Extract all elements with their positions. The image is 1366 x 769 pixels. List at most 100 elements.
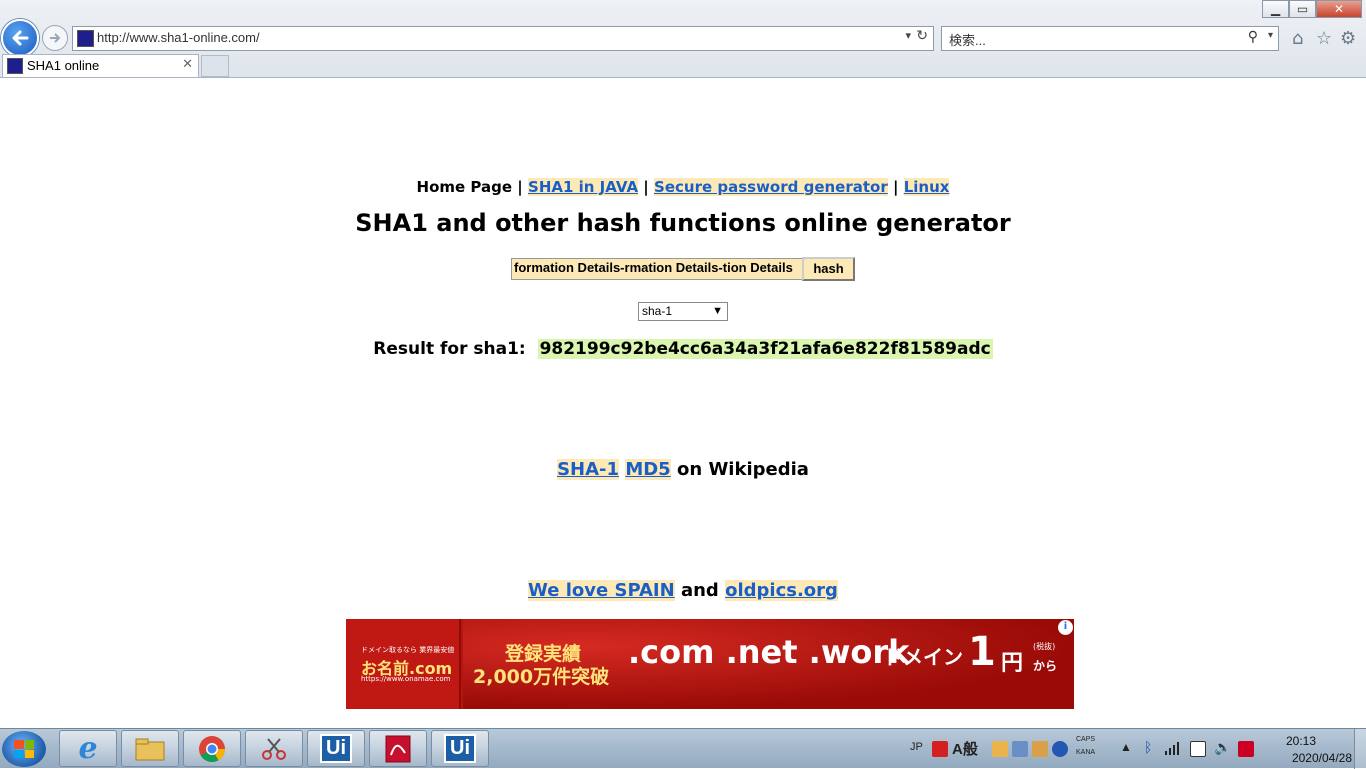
hash-text-input[interactable]: formation Details-rmation Details-tion D… (511, 258, 803, 280)
site-favicon-icon (77, 30, 94, 47)
nav-home-page: Home Page (416, 178, 513, 196)
new-tab-button[interactable] (201, 55, 229, 77)
address-dropdown-icon[interactable]: ▾ (905, 29, 911, 42)
network-signal-icon[interactable] (1164, 740, 1180, 756)
result-hash: 982199c92be4cc6a34a3f21afa6e822f81589adc (537, 339, 993, 359)
uipath-icon: Ui (320, 734, 352, 763)
forward-button[interactable] (42, 25, 68, 51)
algorithm-select[interactable]: sha-1 ▼ (638, 302, 728, 321)
wiki-suffix: on Wikipedia (677, 459, 809, 480)
promo-links: We love SPAIN and oldpics.org (0, 580, 1366, 601)
windows-logo-icon (14, 740, 34, 758)
nav-separator: | (892, 178, 899, 196)
taskbar-chrome[interactable] (183, 730, 241, 767)
back-button[interactable] (1, 19, 39, 57)
start-button[interactable] (2, 731, 46, 767)
clock-date[interactable]: 2020/04/28 (1292, 751, 1352, 765)
ime-dictionary-icon[interactable] (1012, 741, 1028, 757)
ad-logo-panel: ドメイン取るなら 業界最安値 お名前.com https://www.onama… (346, 619, 461, 709)
promo-link-spain[interactable]: We love SPAIN (528, 580, 675, 601)
home-icon[interactable]: ⌂ (1292, 28, 1303, 49)
uipath-icon: Ui (444, 734, 476, 763)
address-bar[interactable]: http://www.sha1-online.com/ ▾ ↻ (72, 26, 934, 51)
ad-price: 1 (968, 629, 996, 675)
chevron-down-icon: ▼ (712, 305, 723, 317)
close-button[interactable]: ✕ (1316, 0, 1362, 18)
search-input[interactable]: 検索... (949, 30, 986, 49)
language-indicator[interactable]: JP (910, 741, 923, 753)
battery-icon[interactable] (1190, 741, 1206, 757)
chrome-icon (199, 735, 226, 762)
taskbar-file-explorer[interactable] (121, 730, 179, 767)
top-navigation: Home Page | SHA1 in JAVA | Secure passwo… (0, 178, 1366, 196)
search-bar[interactable]: 検索... ⚲ ▾ (941, 26, 1279, 51)
wikipedia-links: SHA-1 MD5 on Wikipedia (0, 459, 1366, 480)
ad-small-text: ドメイン取るなら 業界最安値 (361, 646, 455, 654)
ime-mode[interactable]: A般 (952, 738, 978, 759)
ad-kara: から (1033, 659, 1058, 673)
search-dropdown-icon[interactable]: ▾ (1268, 30, 1273, 41)
refresh-icon[interactable]: ↻ (916, 28, 928, 44)
forward-arrow-icon (50, 33, 61, 43)
taskbar-snipping-tool[interactable] (245, 730, 303, 767)
taskbar-internet-explorer[interactable]: e (59, 730, 117, 767)
algorithm-selected-value: sha-1 (642, 304, 673, 318)
wiki-link-sha1[interactable]: SHA-1 (557, 459, 620, 480)
ad-domain-list: .com .net .work (628, 633, 910, 671)
folder-icon (135, 738, 165, 760)
result-label: Result for sha1: (373, 339, 526, 359)
caps-indicator: CAPS (1076, 736, 1096, 743)
url-text[interactable]: http://www.sha1-online.com/ (97, 30, 260, 45)
ime-pad-icon[interactable] (1032, 741, 1048, 757)
tray-expand-icon[interactable]: ▲ (1120, 740, 1132, 754)
clock-time[interactable]: 20:13 (1286, 734, 1316, 748)
page-title: SHA1 and other hash functions online gen… (355, 209, 1011, 237)
result-line: Result for sha1: 982199c92be4cc6a34a3f21… (0, 339, 1366, 359)
tab-close-icon[interactable]: ✕ (182, 57, 193, 72)
show-desktop-button[interactable] (1354, 729, 1366, 769)
kana-indicator: KANA (1076, 749, 1096, 756)
tab-title: SHA1 online (27, 58, 100, 73)
bluetooth-icon[interactable]: ᛒ (1144, 739, 1152, 755)
tab-favicon-icon (7, 58, 23, 74)
system-tray: JP A般 CAPS KANA ▲ ᛒ 🔈 20:13 2020/04/28 (900, 729, 1366, 769)
hash-button[interactable]: hash (802, 257, 855, 281)
ad-yen: 円 (1001, 651, 1024, 676)
tab-sha1-online[interactable]: SHA1 online ✕ (2, 54, 199, 77)
ad-domain-word: ドメイン (883, 645, 963, 669)
settings-gear-icon[interactable]: ⚙ (1340, 28, 1356, 49)
promo-conjunction: and (680, 580, 719, 601)
ime-icon[interactable] (932, 741, 948, 757)
nav-link-linux[interactable]: Linux (903, 178, 950, 196)
pdf-icon (385, 735, 411, 762)
page-content: Home Page | SHA1 in JAVA | Secure passwo… (0, 78, 1366, 728)
restore-button[interactable]: ▭ (1289, 0, 1316, 18)
minimize-button[interactable]: ▁ (1262, 0, 1289, 18)
ime-tool-icon[interactable] (992, 741, 1008, 757)
taskbar-acrobat[interactable] (369, 730, 427, 767)
nav-link-password-generator[interactable]: Secure password generator (654, 178, 888, 196)
nav-separator: | (643, 178, 649, 196)
promo-link-oldpics[interactable]: oldpics.org (725, 580, 838, 601)
action-center-icon[interactable] (1238, 741, 1254, 757)
back-arrow-icon (12, 30, 29, 46)
ad-logo-url: https://www.onamae.com (361, 675, 451, 683)
taskbar: e Ui Ui JP A般 CAPS KANA ▲ ᛒ 🔈 20:13 2020… (0, 728, 1366, 769)
taskbar-uipath-1[interactable]: Ui (307, 730, 365, 767)
ad-info-icon[interactable]: i (1058, 620, 1073, 635)
internet-explorer-icon: e (78, 731, 98, 766)
scissors-icon (262, 737, 286, 760)
favorites-star-icon[interactable]: ☆ (1316, 28, 1332, 49)
nav-link-sha1-java[interactable]: SHA1 in JAVA (528, 178, 639, 196)
help-icon[interactable] (1052, 741, 1068, 757)
ad-record-line2: 2,000万件突破 (473, 666, 610, 688)
wiki-link-md5[interactable]: MD5 (625, 459, 671, 480)
ad-main-panel: 登録実績 2,000万件突破 .com .net .work ドメイン 1 円 … (463, 619, 1074, 709)
taskbar-uipath-2[interactable]: Ui (431, 730, 489, 767)
window-controls: ▁ ▭ ✕ (1262, 0, 1362, 18)
volume-icon[interactable]: 🔈 (1214, 739, 1231, 756)
browser-chrome: ▁ ▭ ✕ http://www.sha1-online.com/ ▾ ↻ 検索… (0, 0, 1366, 78)
ad-tax-note: (税抜) (1033, 642, 1056, 651)
ad-banner[interactable]: ドメイン取るなら 業界最安値 お名前.com https://www.onama… (346, 619, 1074, 709)
search-icon[interactable]: ⚲ (1248, 29, 1258, 45)
